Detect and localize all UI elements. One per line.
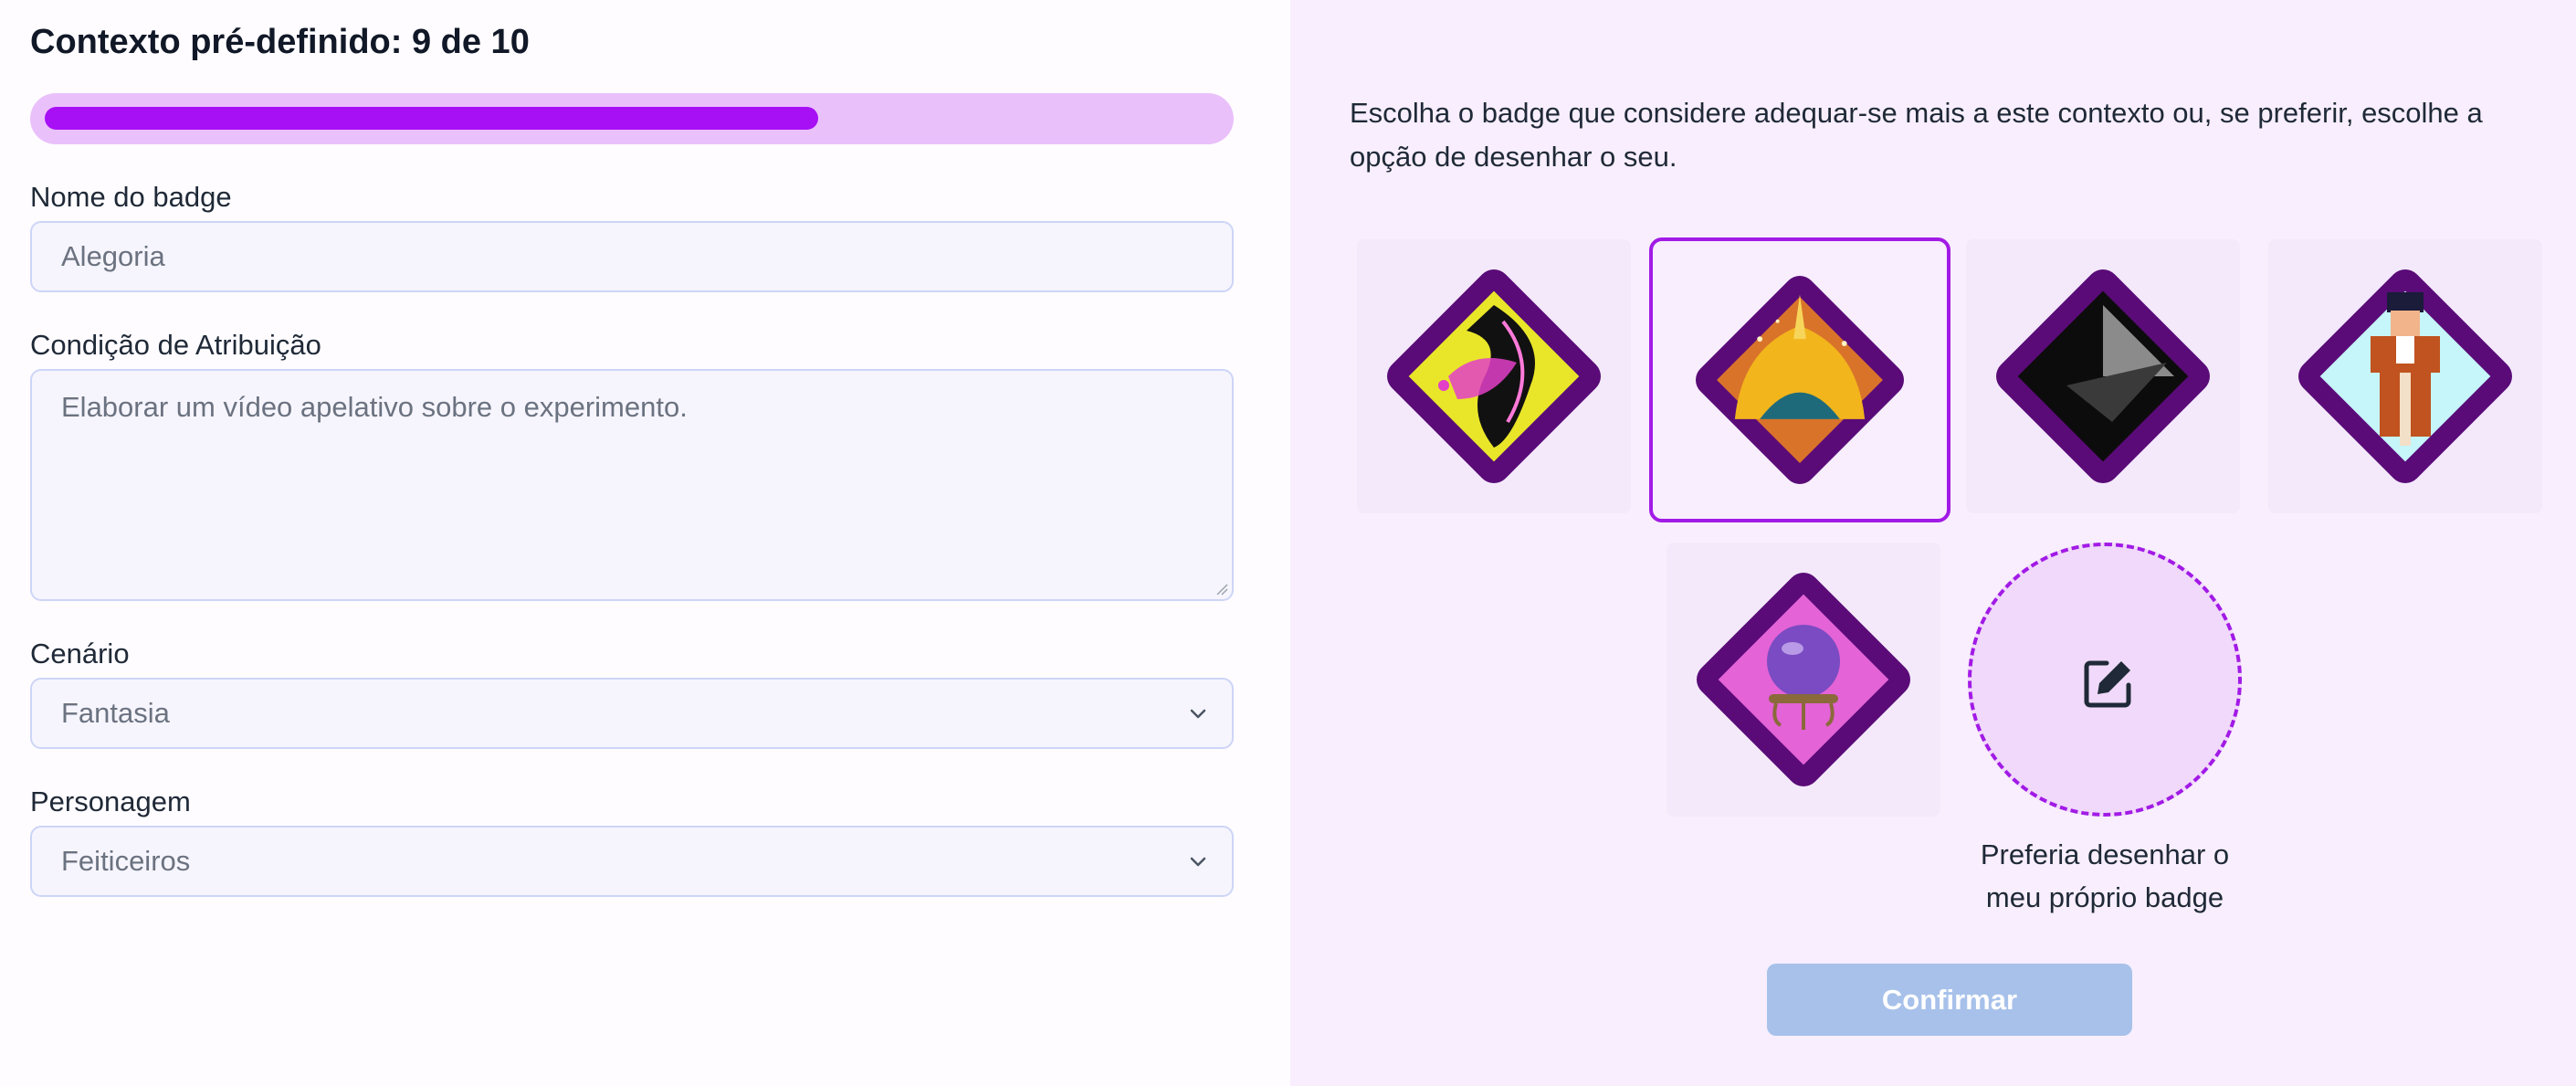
badge-option-crystal-ball[interactable]: [1667, 543, 1940, 817]
golden-dome-badge-icon: [1696, 276, 1904, 484]
character-select[interactable]: Feiticeiros: [30, 826, 1234, 897]
condition-value: Elaborar um vídeo apelativo sobre o expe…: [61, 391, 688, 423]
sorcerer-pixel-badge-icon: [2298, 269, 2512, 483]
condition-textarea[interactable]: Elaborar um vídeo apelativo sobre o expe…: [30, 369, 1234, 601]
crystal-ball-badge-icon: [1697, 573, 1910, 786]
dark-shadow-badge-icon: [1996, 269, 2210, 483]
draw-own-badge-label: Preferia desenhar o meu próprio badge: [1980, 838, 2230, 913]
resize-grip-icon[interactable]: [1215, 583, 1228, 596]
badge-chooser-panel: Escolha o badge que considere adequar-se…: [1290, 0, 2576, 1086]
scenario-label: Cenário: [30, 638, 130, 670]
badge-option-sorcerer-pixel[interactable]: [2268, 239, 2542, 513]
badge-name-input[interactable]: Alegoria: [30, 221, 1234, 292]
fire-swirl-badge-icon: [1387, 269, 1601, 483]
character-value: Feiticeiros: [61, 845, 191, 877]
character-label: Personagem: [30, 786, 191, 817]
progress-fill: [45, 107, 818, 130]
scenario-select[interactable]: Fantasia: [30, 678, 1234, 749]
badge-option-dark-shadow[interactable]: [1966, 239, 2240, 513]
confirm-button[interactable]: Confirmar: [1767, 964, 2132, 1036]
scenario-value: Fantasia: [61, 697, 170, 729]
chooser-instructions: Escolha o badge que considere adequar-se…: [1350, 97, 2483, 173]
chevron-down-icon: [1190, 857, 1206, 867]
badge-option-golden-dome[interactable]: [1649, 237, 1950, 522]
chevron-down-icon: [1190, 709, 1206, 719]
badge-name-value: Alegoria: [61, 240, 165, 272]
condition-label: Condição de Atribuição: [30, 329, 321, 361]
badge-option-fire-swirl[interactable]: [1357, 239, 1631, 513]
badge-name-label: Nome do badge: [30, 181, 232, 213]
draw-own-badge-button[interactable]: [1968, 543, 2242, 817]
edit-icon: [2084, 660, 2131, 708]
progress-bar: [30, 93, 1234, 144]
page-title: Contexto pré-definido: 9 de 10: [30, 23, 530, 61]
form-panel: Contexto pré-definido: 9 de 10 Nome do b…: [0, 0, 1290, 1086]
